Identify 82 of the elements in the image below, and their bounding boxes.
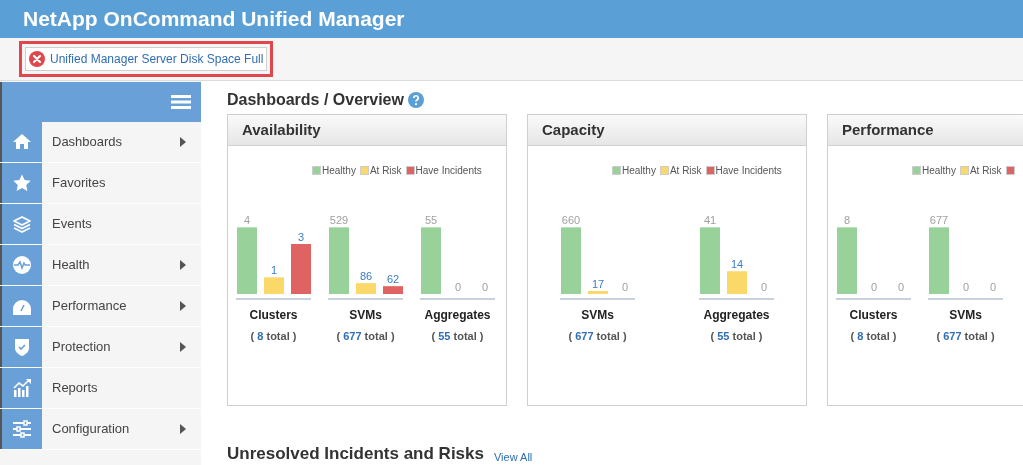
page-title: Dashboards / Overview xyxy=(227,90,404,110)
legend-label: Healthy xyxy=(922,163,956,178)
sidebar-item[interactable]: Reports xyxy=(0,368,201,409)
sidebar-item[interactable]: Favorites xyxy=(0,163,201,204)
total-count: ( 55 total ) xyxy=(431,329,484,344)
value-label: 0 xyxy=(454,281,462,293)
star-icon xyxy=(12,173,32,193)
card-title: Capacity xyxy=(542,119,605,140)
group-label: Aggregates xyxy=(424,307,491,324)
error-icon xyxy=(29,51,45,67)
bar xyxy=(588,291,608,294)
value-label: 0 xyxy=(897,281,905,293)
value-label: 0 xyxy=(621,281,629,293)
help-icon[interactable] xyxy=(407,92,424,108)
sidebar-item[interactable]: Health xyxy=(0,245,201,286)
value-label: 86 xyxy=(359,270,373,283)
total-count: ( 677 total ) xyxy=(336,329,395,344)
bar xyxy=(356,283,376,294)
house-icon xyxy=(12,132,32,152)
view-all-link[interactable]: View All xyxy=(493,449,533,465)
bar xyxy=(837,227,857,294)
menu-icon[interactable] xyxy=(171,95,191,109)
legend-label: At Risk xyxy=(669,163,702,178)
value-label: 14 xyxy=(730,258,744,271)
group-label: Aggregates xyxy=(703,307,770,324)
app-title: NetApp OnCommand Unified Manager xyxy=(23,6,405,33)
value-label: 529 xyxy=(329,214,349,227)
value-label: 0 xyxy=(989,281,997,293)
bar xyxy=(929,227,949,294)
group-label: SVMs xyxy=(949,307,982,324)
group-label: SVMs xyxy=(349,307,382,324)
legend-label: Have Incidents xyxy=(715,163,782,178)
alert-link[interactable]: Unified Manager Server Disk Space Full xyxy=(25,47,268,71)
bar xyxy=(329,227,349,294)
sliders-icon xyxy=(12,419,32,439)
card-title: Performance xyxy=(842,119,934,140)
layers-icon xyxy=(12,214,32,234)
group-label: Clusters xyxy=(849,307,898,324)
value-label: 677 xyxy=(929,214,949,227)
heartbeat-icon xyxy=(12,255,32,275)
value-label: 55 xyxy=(424,214,438,227)
bar xyxy=(264,277,284,294)
trend-chart-icon xyxy=(12,378,32,398)
value-label: 62 xyxy=(386,273,400,286)
value-label: 0 xyxy=(870,281,878,293)
value-label: 0 xyxy=(481,281,489,293)
value-label: 1 xyxy=(270,264,278,277)
total-count: ( 55 total ) xyxy=(710,329,763,344)
total-count: ( 8 total ) xyxy=(850,329,897,344)
shield-icon xyxy=(12,337,32,357)
legend-label: Healthy xyxy=(622,163,656,178)
bar xyxy=(421,227,441,294)
value-label: 0 xyxy=(962,281,970,293)
bar xyxy=(561,227,581,294)
value-label: 660 xyxy=(561,214,581,227)
bar xyxy=(291,244,311,294)
bar xyxy=(700,227,720,294)
total-count: ( 677 total ) xyxy=(568,329,627,344)
bar xyxy=(383,286,403,294)
value-label: 41 xyxy=(703,214,717,227)
total-count: ( 8 total ) xyxy=(250,329,297,344)
card-title: Availability xyxy=(242,119,321,140)
legend-label: Healthy xyxy=(322,163,356,178)
sidebar-item[interactable]: Configuration xyxy=(0,409,201,450)
sidebar-item[interactable]: Protection xyxy=(0,327,201,368)
legend-label: Have Incidents xyxy=(415,163,482,178)
legend-label: At Risk xyxy=(369,163,402,178)
bar xyxy=(727,271,747,294)
bar xyxy=(237,227,257,294)
value-label: 17 xyxy=(591,278,605,290)
sidebar-item[interactable]: Events xyxy=(0,204,201,245)
value-label: 4 xyxy=(243,214,251,227)
value-label: 3 xyxy=(297,231,305,243)
total-count: ( 677 total ) xyxy=(936,329,995,344)
group-label: Clusters xyxy=(249,307,298,324)
section-title: Unresolved Incidents and Risks xyxy=(227,443,484,465)
legend-label: At Risk xyxy=(969,163,1002,178)
group-label: SVMs xyxy=(581,307,614,324)
value-label: 8 xyxy=(843,214,851,227)
sidebar-item[interactable]: Performance xyxy=(0,286,201,327)
sidebar-item[interactable]: Dashboards xyxy=(0,122,201,163)
value-label: 0 xyxy=(760,281,768,293)
